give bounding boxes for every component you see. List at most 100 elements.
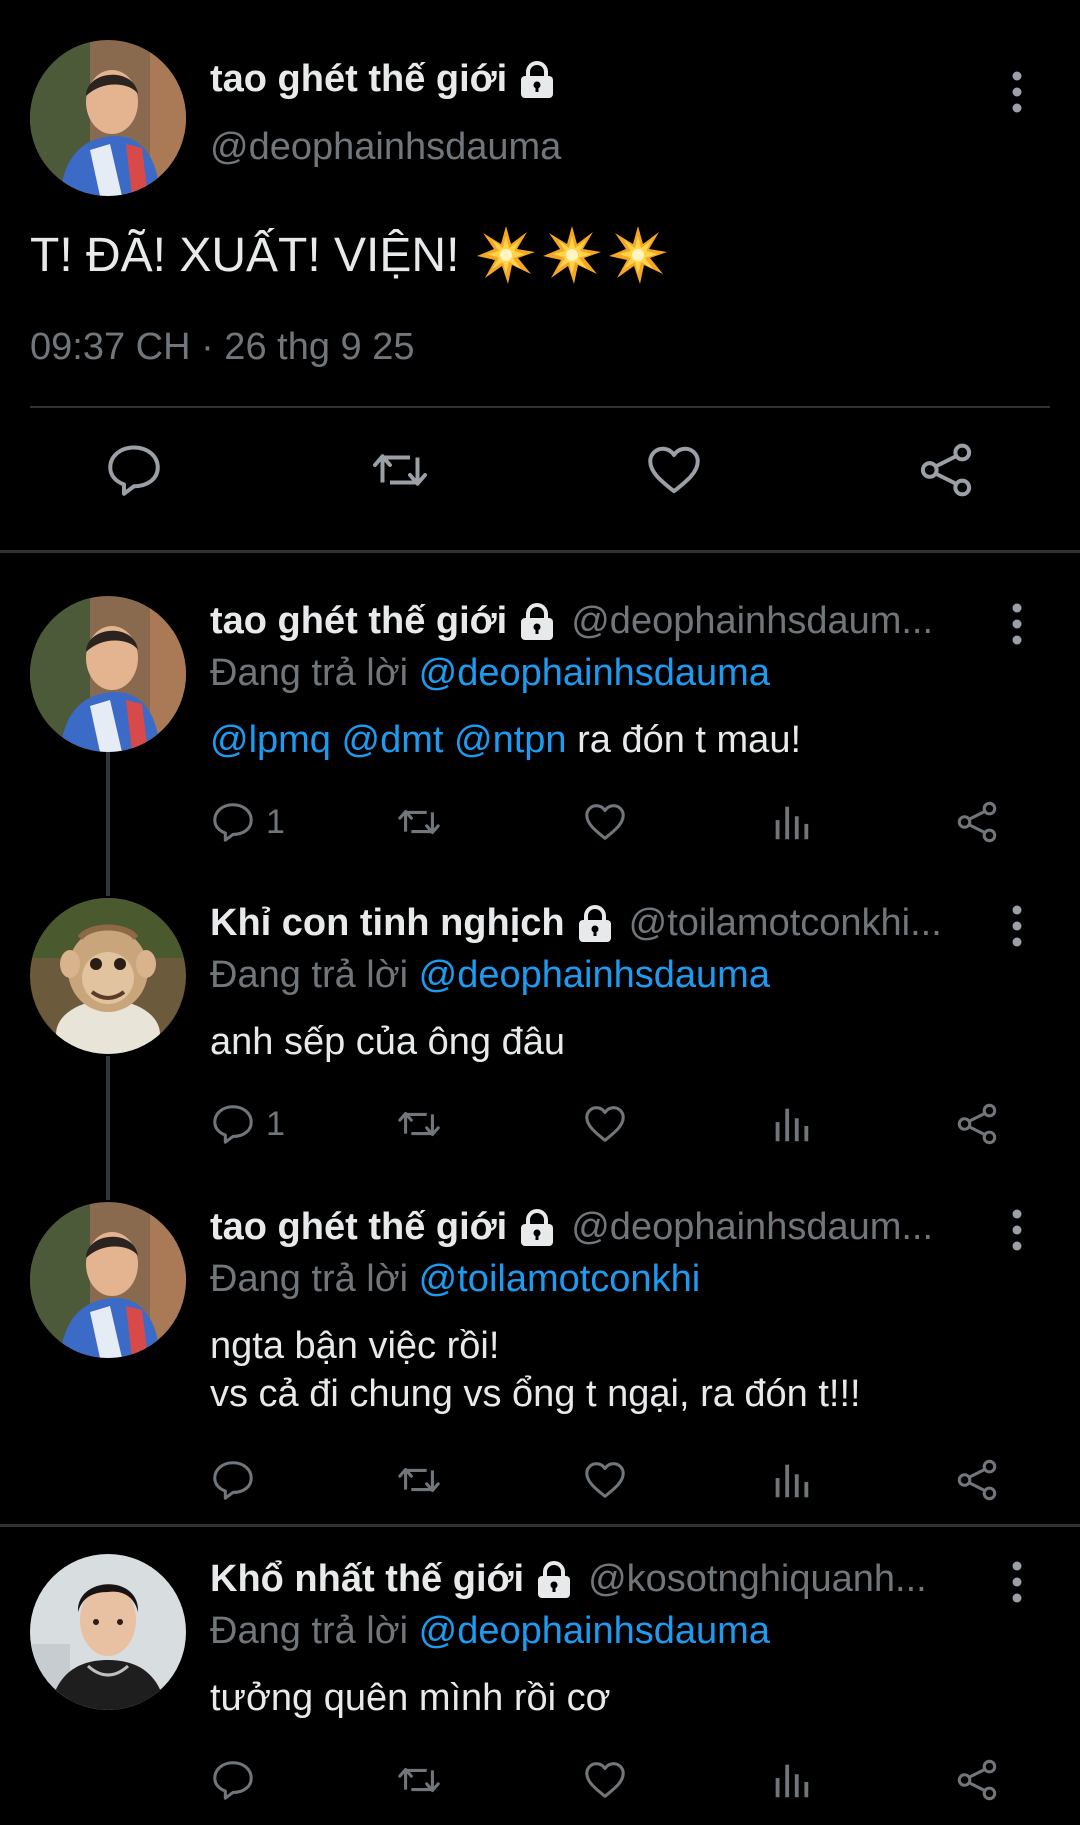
lock-icon xyxy=(517,603,557,641)
author-handle[interactable]: @kosotnghiquanh... xyxy=(588,1558,927,1601)
reply-count: 1 xyxy=(266,802,285,841)
mention-link[interactable]: @lpmq xyxy=(210,719,331,761)
view-stats-button[interactable] xyxy=(768,1098,814,1150)
retweet-button[interactable] xyxy=(396,1754,442,1806)
author-name-row[interactable]: tao ghét thế giới xyxy=(210,58,557,101)
reply-header: Khỉ con tinh nghịch @toilamotconkhi... xyxy=(210,902,1000,945)
tweet-text-row: T! ĐÃ! XUẤT! VIỆN! xyxy=(30,224,669,286)
author-display-name[interactable]: tao ghét thế giới xyxy=(210,600,507,643)
reply-button[interactable]: 1 xyxy=(210,1098,285,1150)
lock-icon xyxy=(575,905,615,943)
like-button[interactable] xyxy=(582,1098,628,1150)
replying-to-mention[interactable]: @deophainhsdauma xyxy=(419,1610,770,1652)
divider xyxy=(30,406,1050,408)
reply-action-bar xyxy=(210,1454,1010,1506)
main-tweet: tao ghét thế giới @deophainhsdauma T! ĐÃ… xyxy=(0,0,1080,552)
author-name[interactable]: Khổ nhất thế giới xyxy=(210,1558,574,1601)
author-handle[interactable]: @deophainhsdauma xyxy=(210,126,561,169)
thread-connector-line xyxy=(106,1056,110,1200)
thread-connector-line xyxy=(106,752,110,896)
reply-tweet[interactable]: Khổ nhất thế giới @kosotnghiquanh... Đan… xyxy=(0,1554,1080,1824)
retweet-button[interactable] xyxy=(396,1454,442,1506)
reply-body-text: tưởng quên mình rồi cơ xyxy=(210,1677,611,1719)
share-button[interactable] xyxy=(954,1098,1000,1150)
replying-to-mention[interactable]: @toilamotconkhi xyxy=(419,1258,700,1300)
reply-button[interactable]: 1 xyxy=(210,796,285,848)
reply-header: tao ghét thế giới @deophainhsdaum... xyxy=(210,600,1000,643)
author-display-name[interactable]: Khổ nhất thế giới xyxy=(210,1558,524,1601)
share-button[interactable] xyxy=(916,440,976,500)
reply-header: Khổ nhất thế giới @kosotnghiquanh... xyxy=(210,1558,1000,1601)
reply-button[interactable] xyxy=(210,1454,266,1506)
reply-body-line: ngta bận việc rồi! xyxy=(210,1325,500,1367)
author-display-name[interactable]: tao ghét thế giới xyxy=(210,58,507,101)
reply-body-line: vs cả đi chung vs ổng t ngại, ra đón t!!… xyxy=(210,1373,861,1415)
share-button[interactable] xyxy=(954,1754,1000,1806)
view-stats-button[interactable] xyxy=(768,1754,814,1806)
author-handle[interactable]: @deophainhsdaum... xyxy=(571,1206,933,1249)
more-options-icon[interactable] xyxy=(1000,1208,1034,1252)
more-options-icon[interactable] xyxy=(1000,904,1034,948)
lock-icon xyxy=(517,61,557,99)
more-options-icon[interactable] xyxy=(1000,602,1034,646)
like-button[interactable] xyxy=(582,1754,628,1806)
reply-tweet[interactable]: Khỉ con tinh nghịch @toilamotconkhi... Đ… xyxy=(0,898,1080,1198)
mention-link[interactable]: @dmt xyxy=(342,719,444,761)
reply-body-text: anh sếp của ông đâu xyxy=(210,1021,565,1063)
reply-header: tao ghét thế giới @deophainhsdaum... xyxy=(210,1206,1000,1249)
replying-to-line: Đang trả lời @deophainhsdauma xyxy=(210,954,770,997)
author-avatar[interactable] xyxy=(30,898,186,1054)
reply-count: 1 xyxy=(266,1104,285,1143)
reply-button[interactable] xyxy=(210,1754,266,1806)
reply-button[interactable] xyxy=(104,440,164,500)
author-handle[interactable]: @deophainhsdaum... xyxy=(571,600,933,643)
like-button[interactable] xyxy=(644,440,704,500)
more-options-icon[interactable] xyxy=(1000,70,1034,114)
reply-tweet[interactable]: tao ghét thế giới @deophainhsdaum... Đan… xyxy=(0,1202,1080,1522)
lock-icon xyxy=(517,1209,557,1247)
view-stats-button[interactable] xyxy=(768,796,814,848)
tweet-timestamp[interactable]: 09:37 CH · 26 thg 9 25 xyxy=(30,326,414,369)
reply-text: ngta bận việc rồi! vs cả đi chung vs ổng… xyxy=(210,1322,861,1418)
replying-to-label: Đang trả lời xyxy=(210,1610,409,1652)
replying-to-label: Đang trả lời xyxy=(210,652,409,694)
more-options-icon[interactable] xyxy=(1000,1560,1034,1604)
tweet-text: T! ĐÃ! XUẤT! VIỆN! xyxy=(30,228,460,282)
like-button[interactable] xyxy=(582,796,628,848)
share-button[interactable] xyxy=(954,796,1000,848)
view-stats-button[interactable] xyxy=(768,1454,814,1506)
author-name[interactable]: Khỉ con tinh nghịch xyxy=(210,902,615,945)
replying-to-line: Đang trả lời @deophainhsdauma xyxy=(210,652,770,695)
retweet-button[interactable] xyxy=(396,796,442,848)
author-name[interactable]: tao ghét thế giới xyxy=(210,1206,557,1249)
collision-emoji-icon xyxy=(541,224,603,286)
reply-tweet[interactable]: tao ghét thế giới @deophainhsdaum... Đan… xyxy=(0,596,1080,896)
reply-action-bar xyxy=(210,1754,1010,1806)
lock-icon xyxy=(534,1561,574,1599)
reply-action-bar: 1 xyxy=(210,796,1010,848)
replying-to-mention[interactable]: @deophainhsdauma xyxy=(419,652,770,694)
author-display-name[interactable]: tao ghét thế giới xyxy=(210,1206,507,1249)
author-avatar[interactable] xyxy=(30,1554,186,1710)
replying-to-mention[interactable]: @deophainhsdauma xyxy=(419,954,770,996)
like-button[interactable] xyxy=(582,1454,628,1506)
author-display-name[interactable]: Khỉ con tinh nghịch xyxy=(210,902,565,945)
author-avatar[interactable] xyxy=(30,40,186,196)
divider xyxy=(0,550,1080,553)
author-avatar[interactable] xyxy=(30,596,186,752)
collision-emoji-icon xyxy=(475,224,537,286)
retweet-button[interactable] xyxy=(370,440,430,500)
divider xyxy=(0,1524,1080,1527)
replying-to-line: Đang trả lời @toilamotconkhi xyxy=(210,1258,700,1301)
replying-to-line: Đang trả lời @deophainhsdauma xyxy=(210,1610,770,1653)
retweet-button[interactable] xyxy=(396,1098,442,1150)
author-name[interactable]: tao ghét thế giới xyxy=(210,600,557,643)
reply-text: anh sếp của ông đâu xyxy=(210,1018,565,1066)
reply-text: tưởng quên mình rồi cơ xyxy=(210,1674,611,1722)
author-handle[interactable]: @toilamotconkhi... xyxy=(629,902,942,945)
reply-text: @lpmq @dmt @ntpn ra đón t mau! xyxy=(210,716,801,764)
author-avatar[interactable] xyxy=(30,1202,186,1358)
share-button[interactable] xyxy=(954,1454,1000,1506)
replying-to-label: Đang trả lời xyxy=(210,1258,409,1300)
mention-link[interactable]: @ntpn xyxy=(454,719,567,761)
